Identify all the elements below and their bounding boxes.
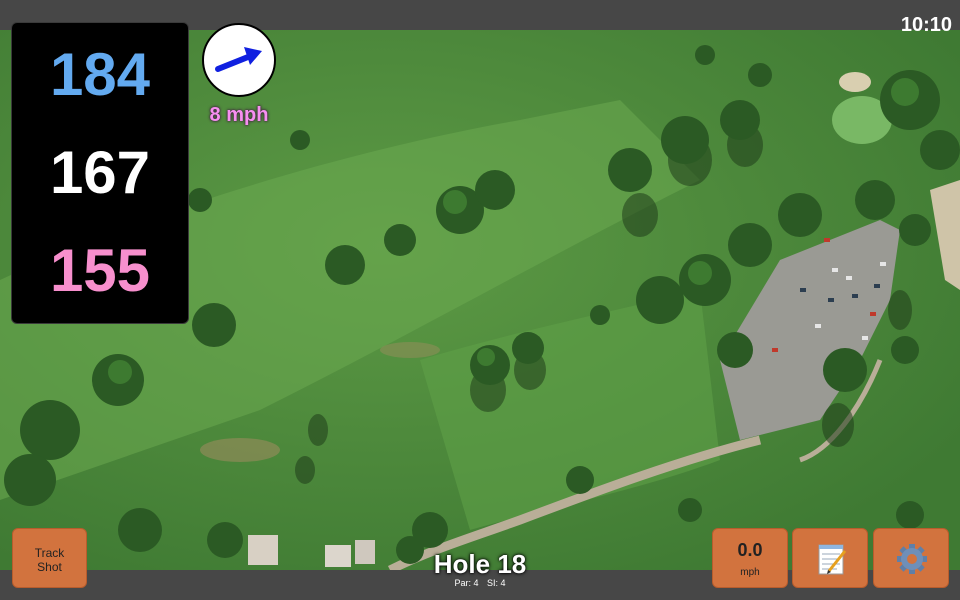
hole-title: Hole 18 <box>433 549 527 579</box>
hole-par: Par: 4 <box>454 578 479 588</box>
wind-speed-label: 8 mph <box>209 104 269 126</box>
notes-button[interactable] <box>792 528 868 588</box>
settings-button[interactable] <box>873 528 949 588</box>
back-distance: 184 <box>49 41 151 108</box>
speed-button[interactable]: 0.0 mph <box>712 528 788 588</box>
hole-info: Par: 4 SI: 4 <box>380 578 580 588</box>
speed-unit: mph <box>740 567 760 578</box>
wind-compass[interactable] <box>202 23 276 97</box>
distance-panel[interactable]: 184 167 155 <box>11 22 189 324</box>
notepad-icon <box>818 544 847 575</box>
gear-icon <box>897 544 927 574</box>
wind-arrow-icon <box>215 47 262 72</box>
track-shot-label-line1: Track <box>34 546 65 560</box>
front-distance: 155 <box>49 237 151 304</box>
track-shot-label-line2: Shot <box>37 560 62 574</box>
status-clock: 10:10 <box>900 14 952 36</box>
middle-distance: 167 <box>49 139 151 206</box>
track-shot-button[interactable]: Track Shot <box>12 528 87 588</box>
hole-stroke-index: SI: 4 <box>487 578 506 588</box>
speed-value: 0.0 <box>737 540 763 560</box>
